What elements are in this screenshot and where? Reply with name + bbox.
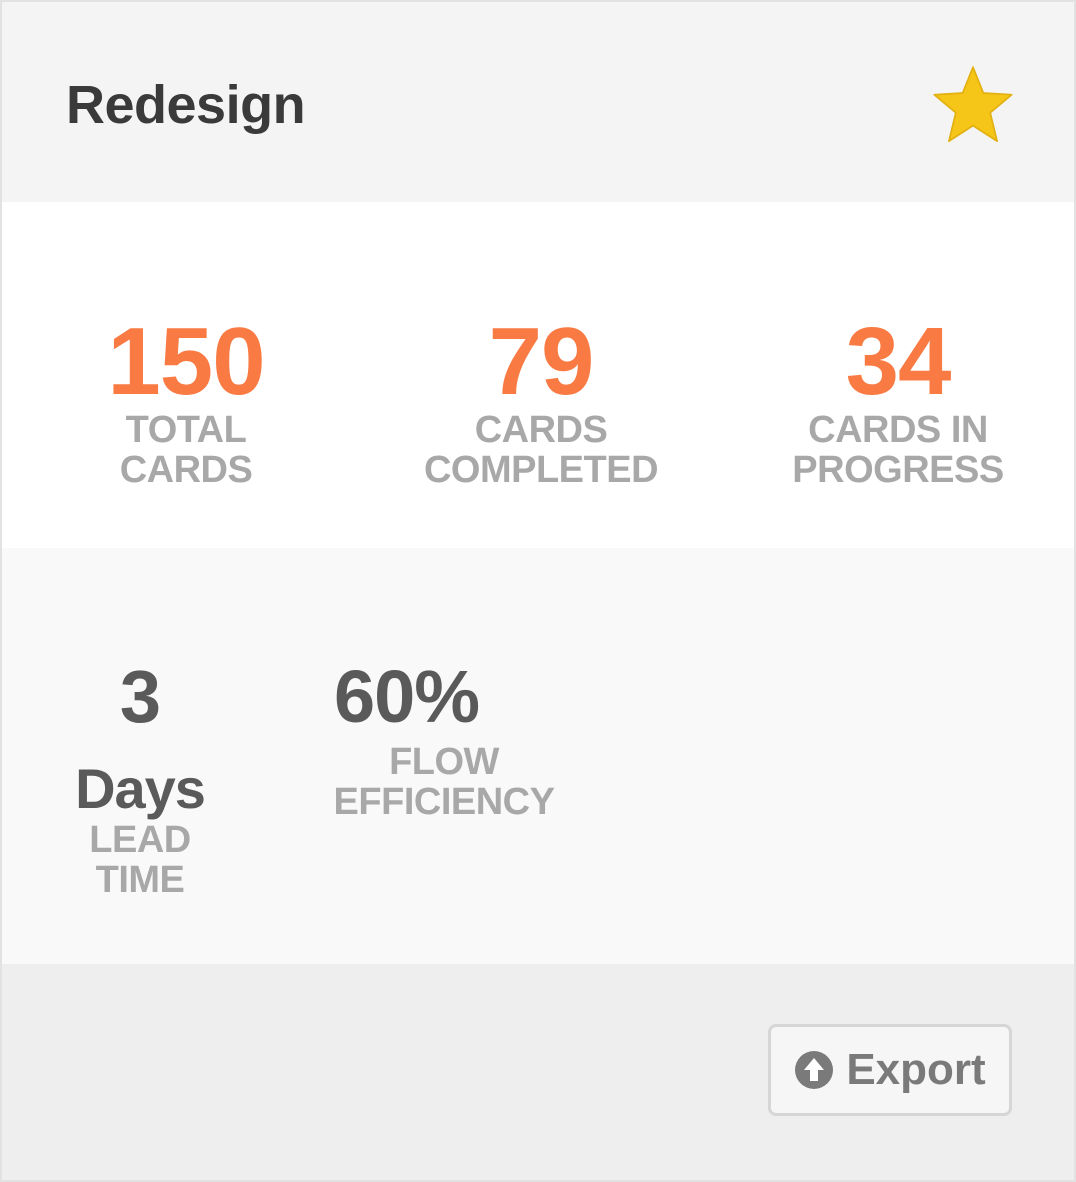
- stat-total-cards: 150 TOTAL CARDS: [86, 308, 286, 491]
- export-button[interactable]: Export: [768, 1024, 1012, 1116]
- export-label: Export: [846, 1045, 986, 1094]
- stat-value: 34: [845, 308, 952, 415]
- project-card: Redesign 150 TOTAL CARDS 79 CARDS COMPLE…: [0, 0, 1076, 1182]
- stat-value: 3: [119, 655, 161, 738]
- primary-stats: 150 TOTAL CARDS 79 CARDS COMPLETED 34 CA…: [2, 202, 1074, 548]
- stat-label: TOTAL CARDS: [119, 409, 253, 491]
- card-header: Redesign: [2, 2, 1074, 202]
- stat-lead-time: 3 Days LEAD TIME: [60, 655, 220, 901]
- stat-label: CARDS COMPLETED: [423, 409, 659, 491]
- stat-value: 79: [488, 308, 595, 415]
- stat-label: CARDS IN PROGRESS: [792, 409, 1004, 491]
- stat-value: 60%: [334, 655, 480, 738]
- stat-unit: Days: [75, 757, 206, 820]
- star-icon[interactable]: [930, 62, 1016, 148]
- card-footer: Export: [2, 964, 1074, 1180]
- card-title: Redesign: [66, 75, 306, 135]
- stat-label: LEAD TIME: [89, 819, 191, 901]
- stat-cards-completed: 79 CARDS COMPLETED: [406, 308, 676, 491]
- secondary-stats: 3 Days LEAD TIME 60% FLOW EFFICIENCY: [2, 548, 1074, 964]
- stat-cards-in-progress: 34 CARDS IN PROGRESS: [776, 308, 1020, 491]
- stat-label: FLOW EFFICIENCY: [333, 741, 555, 823]
- upload-circle-icon: [795, 1051, 834, 1089]
- stat-flow-efficiency: 60% FLOW EFFICIENCY: [324, 655, 564, 823]
- stat-value: 150: [107, 308, 265, 415]
